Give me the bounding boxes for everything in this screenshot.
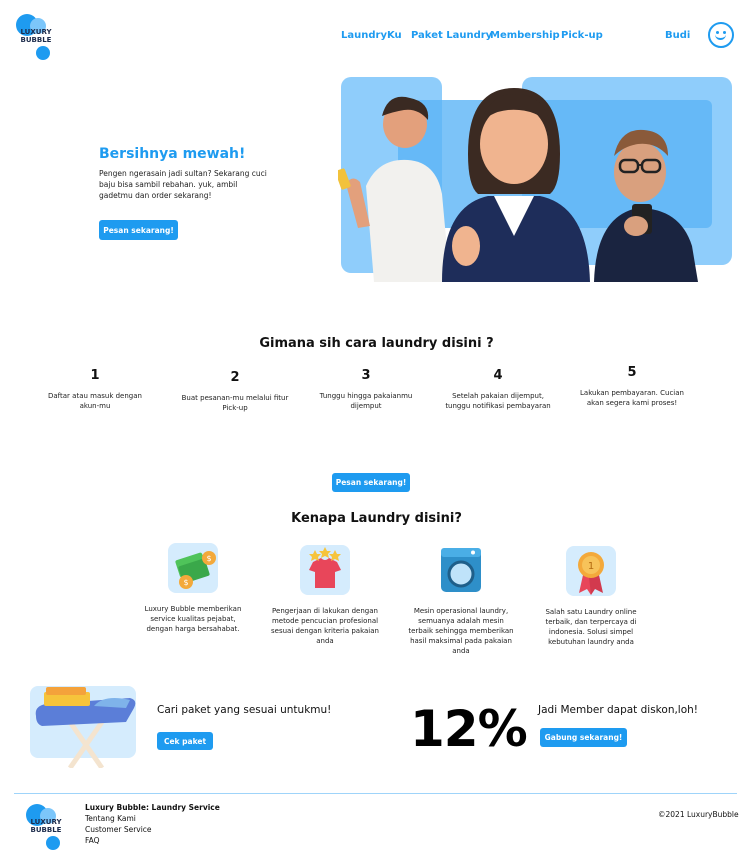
why-item-text: Luxury Bubble memberikan service kualita… xyxy=(144,605,242,633)
why-item-text: Pengerjaan di lakukan dengan metode penc… xyxy=(271,607,379,645)
how-title: Gimana sih cara laundry disini ? xyxy=(259,336,494,351)
footer-divider xyxy=(14,793,737,794)
footer-title: Luxury Bubble: Laundry Service xyxy=(85,803,220,812)
smiley-face-icon[interactable] xyxy=(708,22,734,48)
brand-line1: LUXURY xyxy=(20,28,52,36)
hero-order-button[interactable]: Pesan sekarang! xyxy=(99,220,178,240)
washing-machine-icon xyxy=(441,548,481,592)
svg-text:$: $ xyxy=(183,578,188,587)
step-3: 3 Tunggu hingga pakaianmu dijemput xyxy=(311,368,421,411)
discount-percent: 12% xyxy=(410,700,528,758)
money-icon: $ $ xyxy=(168,543,218,593)
packages-text: Cari paket yang sesuai untukmu! xyxy=(157,704,332,716)
hero-description: Pengen ngerasain jadi sultan? Sekarang c… xyxy=(99,169,267,200)
brand-logo[interactable]: LUXURY BUBBLE xyxy=(14,12,58,62)
step-5: 5 Lakukan pembayaran. Cucian akan segera… xyxy=(577,365,687,408)
footer-link-faq[interactable]: FAQ xyxy=(85,836,100,845)
why-item-trusted: 1 Salah satu Laundry online terbaik, dan… xyxy=(536,545,646,647)
step-number: 4 xyxy=(493,368,503,383)
svg-text:$: $ xyxy=(206,554,211,563)
how-order-button[interactable]: Pesan sekarang! xyxy=(332,473,410,492)
join-membership-button[interactable]: Gabung sekarang! xyxy=(540,728,627,747)
why-item-method: Pengerjaan di lakukan dengan metode penc… xyxy=(270,544,380,646)
brand-line2: BUBBLE xyxy=(20,36,52,44)
check-packages-button[interactable]: Cek paket xyxy=(157,732,213,750)
medal-icon: 1 xyxy=(566,546,616,596)
hero-title: Bersihnya mewah! xyxy=(99,146,246,162)
step-text: Tunggu hingga pakaianmu dijemput xyxy=(319,392,413,410)
why-item-machine: Mesin operasional laundry, semuanya adal… xyxy=(406,544,516,656)
nav-user-name[interactable]: Budi xyxy=(665,30,690,41)
nav-paket-laundry[interactable]: Paket Laundry xyxy=(411,30,492,41)
why-item-text: Salah satu Laundry online terbaik, dan t… xyxy=(545,608,637,646)
step-text: Buat pesanan-mu melalui fitur Pick-up xyxy=(181,394,289,412)
nav-laundryku[interactable]: LaundryKu xyxy=(341,30,402,41)
step-1: 1 Daftar atau masuk dengan akun-mu xyxy=(40,368,150,411)
hero-illustration xyxy=(338,77,732,282)
svg-text:1: 1 xyxy=(588,561,594,572)
membership-text: Jadi Member dapat diskon,loh! xyxy=(538,704,699,716)
footer-link-about[interactable]: Tentang Kami xyxy=(85,814,136,823)
footer-link-customer-service[interactable]: Customer Service xyxy=(85,825,152,834)
copyright: ©2021 LuxuryBubble xyxy=(658,810,739,819)
step-text: Daftar atau masuk dengan akun-mu xyxy=(48,392,142,410)
step-number: 5 xyxy=(627,365,637,380)
nav-membership[interactable]: Membership xyxy=(490,30,560,41)
step-number: 3 xyxy=(361,368,371,383)
step-4: 4 Setelah pakaian dijemput, tunggu notif… xyxy=(443,368,553,411)
brand-line1: LUXURY xyxy=(30,818,62,826)
step-number: 1 xyxy=(90,368,100,383)
footer-logo[interactable]: LUXURY BUBBLE xyxy=(24,802,68,852)
step-text: Setelah pakaian dijemput, tunggu notifik… xyxy=(445,392,551,410)
step-2: 2 Buat pesanan-mu melalui fitur Pick-up xyxy=(180,370,290,413)
step-text: Lakukan pembayaran. Cucian akan segera k… xyxy=(580,389,684,407)
why-title: Kenapa Laundry disini? xyxy=(291,511,462,526)
ironing-board-illustration xyxy=(30,686,136,768)
step-number: 2 xyxy=(230,370,240,385)
tshirt-stars-icon xyxy=(300,545,350,595)
nav-pickup[interactable]: Pick-up xyxy=(561,30,603,41)
brand-line2: BUBBLE xyxy=(30,826,62,834)
why-item-price: $ $ Luxury Bubble memberikan service kua… xyxy=(138,542,248,634)
why-item-text: Mesin operasional laundry, semuanya adal… xyxy=(408,607,514,655)
